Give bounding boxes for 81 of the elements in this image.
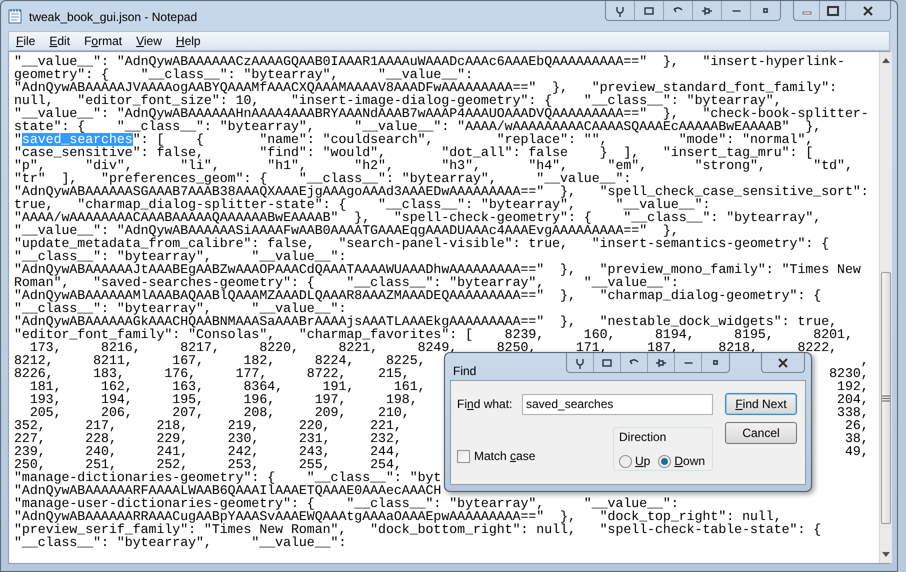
text-line: true, "charmap_dialog-splitter-state": { "__class__": "bytearray", "__value__": [14, 198, 710, 211]
match-case-checkbox[interactable]: Match case [457, 448, 613, 464]
down-arrow-icon [882, 552, 890, 557]
text-line: "AdnQywABAAAAAAJtAAABEgAABZwAAAOPAAACdQAAATAAAAWUAAADhwAAAAAAAAA==" }, "preview_mono_family": "Times New [14, 263, 861, 276]
text-line: "AdnQywABAAAAAASGAAAB7AAAB38AAAQXAAAEjgAAAgoAAAd3AAAEDwAAAAAAAAA==" }, "spell_check_case_sensitive_sort": [14, 185, 869, 198]
text-line: 338, [837, 406, 869, 419]
text-line: 26, [844, 419, 869, 432]
text-line: "__value__": "AdnQywABAAAAAAHnAAAA4AAABRYAAANdAAAB7wAAAP4AAAUOAAADVQAAAAAAAAA==" }, "check-book-splitter- [14, 107, 869, 120]
find-next-button[interactable]: Find Next [725, 393, 797, 415]
fork-icon [574, 356, 586, 368]
menu-item[interactable]: Help [170, 32, 207, 50]
menu-item[interactable]: Format [78, 32, 128, 50]
cancel-button[interactable]: Cancel [725, 422, 797, 444]
text-line: 8226, 183, 176, 177, 8722, 215, [14, 367, 410, 380]
text-line: 8230, [829, 367, 869, 380]
text-line: geometry": { "__class__": "bytearray", "__value__": [14, 68, 473, 81]
dialog-title: Find [453, 363, 476, 380]
menu-item[interactable]: Edit [43, 32, 76, 50]
text-line: "__value__": "AdnQywABAAAAAACzAAAAGQAAB0IAAAR1AAAAuWAAADcAAAc6AAAEbQAAAAAAAAA==" }, "insert-hyperlink- [14, 55, 845, 68]
text-line: "editor_font_family": "Consolas", "charmap_favorites": [ 8239, 160, 8194, 8195, 8201, [14, 328, 853, 341]
menu-item[interactable]: View [130, 32, 168, 50]
close-icon [862, 6, 874, 16]
dash-icon [684, 362, 693, 364]
square-icon [601, 356, 614, 368]
text-line: "AdnQywABAAAAAJVAAAAogAABYQAAAMfAAACXQAAAMAAAAV8AAADFwAAAAAAAAA==" }, "preview_standard_font_family": [14, 81, 838, 94]
text-line: 204, [837, 393, 869, 406]
text-line: "AdnQywABAAAAAARRAAACugAABpYAAASvAAAEWQAAAtgAAAaOAAAEpwAAAAAAAAA==" }, "dock_top_right": null, [14, 510, 782, 523]
window-title: tweak_book_gui.json - Notepad [29, 9, 198, 26]
pin-icon [701, 4, 713, 16]
maximize-icon [826, 6, 838, 16]
text-line: "AdnQywABAAAAAARFAAAALWAAB6QAAAIlAAAETQAAAE0AAAecAAACH [14, 484, 442, 497]
selected-text: saved_searches [22, 133, 133, 146]
fork-icon [614, 4, 626, 16]
text-line: "update_metadata_from_calibre": false, "search-panel-visible": true, "insert-semantics-geometry": { [14, 237, 830, 250]
dash-icon [732, 10, 740, 12]
close-icon [777, 358, 789, 368]
text-line: 49, [844, 445, 869, 458]
close-button[interactable] [761, 353, 805, 373]
scrollbar[interactable] [878, 52, 892, 563]
menu-item[interactable]: File [10, 32, 42, 50]
square-icon [643, 4, 655, 16]
text-line: 250, 251, 252, 253, 255, 254, [14, 458, 402, 471]
text-line: 227, 228, 229, 230, 231, 232, [14, 432, 402, 445]
text-line: 352, 217, 218, 219, 220, 221, [14, 419, 402, 432]
text-line: "__class__": "bytearray", "__value__": [14, 302, 346, 315]
text-line: state": { "__class__": "bytearray", "__value__": "AAAA/wAAAAAAAAACAAAASQAAAEcAAAAABwEAAAAB" }, [14, 120, 822, 133]
grip-icon [882, 394, 890, 402]
direction-radio[interactable]: Up [619, 452, 650, 470]
text-line: 193, 194, 195, 196, 197, 198, [28, 393, 418, 406]
find-what-field[interactable]: saved_searches [522, 394, 713, 414]
pin-icon [655, 356, 668, 368]
text-line: 192, [837, 380, 869, 393]
text-line: "__value__": "AdnQywABAAAAAASiAAAAFwAAB0AAAATGAAAEqgAAADUAAAc4AAAEvgAAAAAAAAA==" }, [14, 224, 679, 237]
text-line: "case_sensitive": false, "find": "would", "dot_all": false } ], "insert_tag_mru": [ [14, 146, 814, 159]
text-line: "__class__": "bytearray", "__value__": [14, 536, 346, 549]
up-arrow-icon [882, 58, 890, 63]
text-line: "AAAA/wAAAAAAAACAAABAAAAAQAAAAAABwEAAAAB" }, "spell-check-geometry": { "__class__": "bytearray", [14, 211, 822, 224]
text-line: "manage-dictionaries-geometry": { "__class__": "byt [14, 471, 442, 484]
text-line: 38, [844, 432, 869, 445]
text-line: "AdnQywABAAAAAAMlAAABAQAABlQAAAMZAAADLQAAAR8AAAZMAAADEQAAAAAAAAA==" }, "charmap_dialog-geometry": { [14, 289, 822, 302]
text-line: Roman", "saved-searches-geometry": { "__class__": "bytearray", "__value__": [14, 276, 679, 289]
scroll-thumb[interactable] [880, 272, 891, 524]
text-line: 205, 206, 207, 208, 209, 210, [28, 406, 410, 419]
text-line: ": [ { "name": "couldsearch", "replace": "", "mode": "normal", [132, 133, 814, 146]
text-line: "tr" ], "preferences_geom": { "__class__": "bytearray", "__value__": [14, 172, 632, 185]
text-line: " [14, 133, 22, 146]
text-line: "AdnQywABAAAAAAGkAAACHQAABNMAAASaAAABrAAAAjsAAATLAAAEkgAAAAAAAAA==" }, "nestable_dock_widgets": true, [14, 315, 838, 328]
text-line: null, "editor_font_size": 10, "insert-image-dialog-geometry": { "__class__": "bytearray", [14, 94, 782, 107]
find-what-label: Find what: [457, 396, 514, 413]
text-line: "__class__": "bytearray", "__value__": [14, 250, 346, 263]
text-line: 8212, 8211, 167, 182, 8224, 8225, [14, 354, 426, 367]
text-line: "manage-user-dictionaries-geometry": { "__class__": "bytearray", "__value__": [14, 497, 679, 510]
direction-radio[interactable]: Down [658, 452, 706, 470]
text-line: "preview_serif_family": "Times New Roman", "dock_bottom_right": null, "spell-check-table-state": { [14, 523, 822, 536]
text-line: 181, 162, 163, 8364, 191, 161, [30, 380, 426, 393]
text-line: "p", "div", "li", "h1", "h2", "h3", "h4", "em", "strong", "td", [14, 159, 853, 172]
text-line: , [860, 354, 869, 367]
direction-label: Direction [619, 429, 668, 446]
notepad-icon [8, 8, 22, 24]
text-line: 239, 240, 241, 242, 243, 244, [14, 445, 402, 458]
text-line: 173, 8216, 8217, 8220, 8221, 8249, 8250, 171, 187, 8218, 8222, [30, 341, 838, 354]
